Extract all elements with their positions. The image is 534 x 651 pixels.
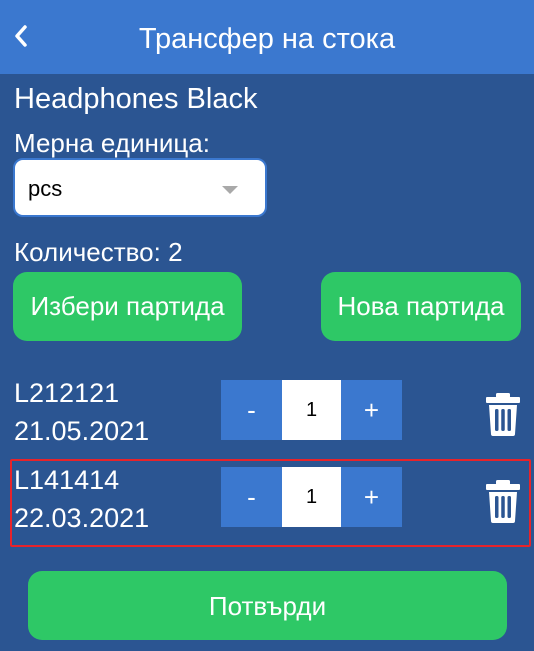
batch-date: 21.05.2021 [14, 416, 150, 446]
quantity-stepper: - 1 + [221, 380, 402, 440]
unit-dropdown[interactable]: pcs [13, 158, 267, 217]
quantity-stepper: - 1 + [221, 467, 402, 527]
confirm-button[interactable]: Потвърди [28, 571, 507, 640]
batch-quantity-value[interactable]: 1 [282, 380, 341, 440]
new-batch-button[interactable]: Нова партида [321, 272, 521, 341]
trash-icon [486, 480, 520, 523]
app-header: Трансфер на стока [0, 0, 534, 74]
page-title: Трансфер на стока [138, 23, 396, 55]
batch-row: L212121 21.05.2021 - 1 + [0, 372, 534, 458]
dropdown-arrow-icon [222, 186, 238, 194]
trash-icon [486, 393, 520, 436]
decrement-button[interactable]: - [221, 380, 282, 440]
batch-code: L212121 [14, 378, 120, 408]
increment-button[interactable]: + [341, 467, 402, 527]
product-name: Headphones Black [14, 83, 258, 115]
batch-quantity-value[interactable]: 1 [282, 467, 341, 527]
increment-button[interactable]: + [341, 380, 402, 440]
batch-date: 22.03.2021 [14, 503, 150, 533]
decrement-button[interactable]: - [221, 467, 282, 527]
delete-batch-button[interactable] [484, 479, 522, 523]
quantity-label: Количество: 2 [14, 237, 183, 267]
unit-selected-value: pcs [28, 176, 63, 201]
unit-label: Мерна единица: [14, 128, 210, 158]
choose-batch-button[interactable]: Избери партида [13, 272, 242, 341]
delete-batch-button[interactable] [484, 392, 522, 436]
batch-row: L141414 22.03.2021 - 1 + [0, 459, 534, 547]
batch-code: L141414 [14, 465, 120, 495]
